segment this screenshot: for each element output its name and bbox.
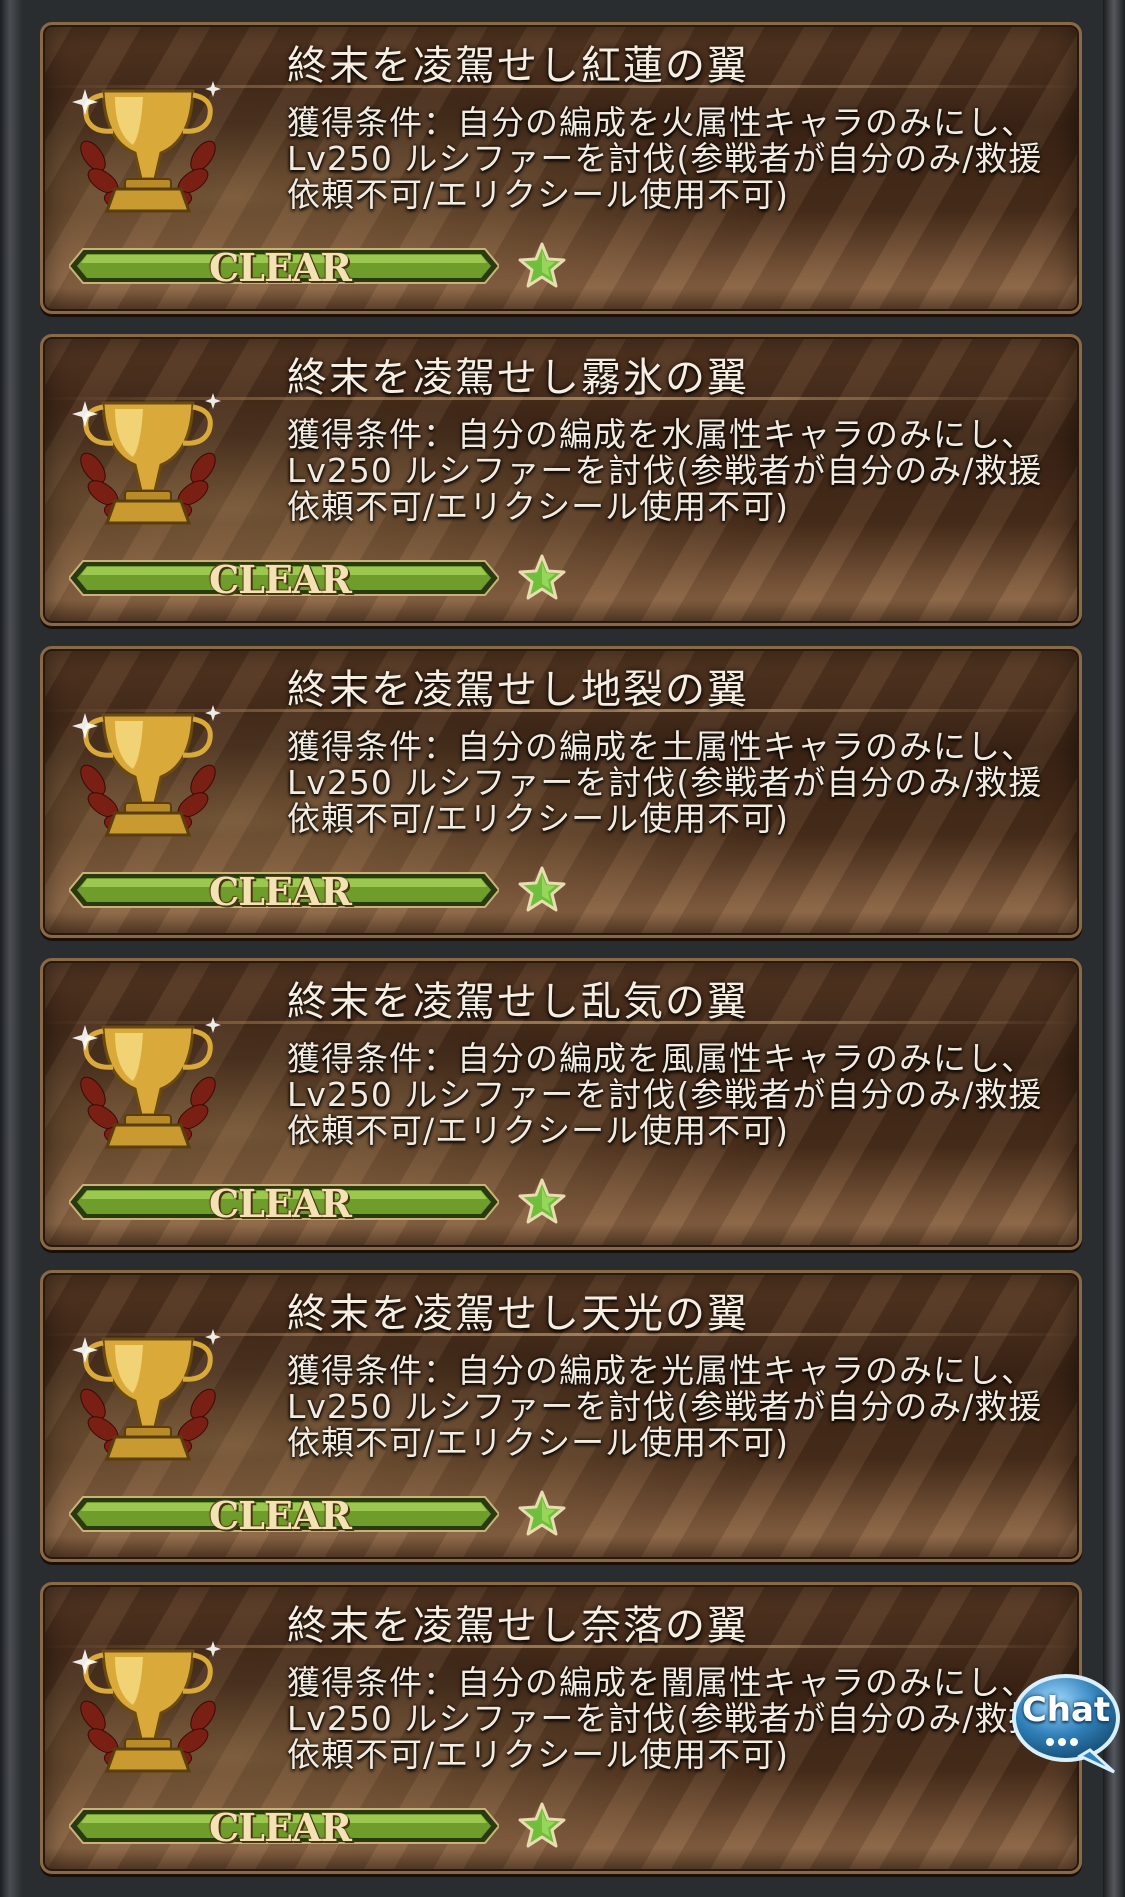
- progress-bar: CLEAR: [69, 869, 499, 914]
- condition-line: Lv250 ルシファーを討伐(参戦者が自分のみ/救援: [287, 139, 1043, 178]
- condition-line: 獲得条件：自分の編成を火属性キャラのみにし、: [287, 103, 1035, 142]
- condition-line: Lv250 ルシファーを討伐(参戦者が自分のみ/救援: [287, 1699, 1043, 1738]
- star-icon: [518, 1178, 566, 1224]
- condition-line: Lv250 ルシファーを討伐(参戦者が自分のみ/救援: [287, 451, 1043, 490]
- condition-line: 依頼不可/エリクシール使用不可): [287, 799, 789, 838]
- star-icon: [518, 1802, 566, 1848]
- achievement-title: 終末を凌駕せし乱気の翼: [287, 979, 749, 1025]
- achievement-card[interactable]: 終末を凌駕せし霧氷の翼 獲得条件：自分の編成を水属性キャラのみにし、 Lv250…: [40, 334, 1082, 626]
- achievement-conditions: 獲得条件：自分の編成を土属性キャラのみにし、 Lv250 ルシファーを討伐(参戦…: [287, 729, 1077, 837]
- achievement-conditions: 獲得条件：自分の編成を火属性キャラのみにし、 Lv250 ルシファーを討伐(参戦…: [287, 105, 1077, 213]
- achievement-conditions: 獲得条件：自分の編成を闇属性キャラのみにし、 Lv250 ルシファーを討伐(参戦…: [287, 1665, 1077, 1773]
- condition-line: 獲得条件：自分の編成を土属性キャラのみにし、: [287, 727, 1035, 766]
- condition-line: Lv250 ルシファーを討伐(参戦者が自分のみ/救援: [287, 1075, 1043, 1114]
- clear-status-label: CLEAR: [209, 1805, 352, 1850]
- trophy-icon: [72, 393, 221, 525]
- star-icon: [518, 866, 566, 912]
- condition-line: 獲得条件：自分の編成を水属性キャラのみにし、: [287, 415, 1035, 454]
- condition-line: 依頼不可/エリクシール使用不可): [287, 175, 789, 214]
- achievement-title: 終末を凌駕せし紅蓮の翼: [287, 43, 749, 89]
- condition-line: Lv250 ルシファーを討伐(参戦者が自分のみ/救援: [287, 1387, 1043, 1426]
- star-icon: [518, 242, 566, 288]
- achievement-title: 終末を凌駕せし霧氷の翼: [287, 355, 749, 401]
- condition-line: 獲得条件：自分の編成を闇属性キャラのみにし、: [287, 1663, 1035, 1702]
- achievement-conditions: 獲得条件：自分の編成を水属性キャラのみにし、 Lv250 ルシファーを討伐(参戦…: [287, 417, 1077, 525]
- progress-bar: CLEAR: [69, 1493, 499, 1538]
- clear-status-label: CLEAR: [209, 869, 352, 914]
- achievement-title: 終末を凌駕せし天光の翼: [287, 1291, 749, 1337]
- progress-bar: CLEAR: [69, 245, 499, 290]
- achievement-card[interactable]: 終末を凌駕せし乱気の翼 獲得条件：自分の編成を風属性キャラのみにし、 Lv250…: [40, 958, 1082, 1250]
- chat-button-label: Chat: [1021, 1690, 1111, 1730]
- trophy-icon: [72, 81, 221, 213]
- condition-line: 獲得条件：自分の編成を風属性キャラのみにし、: [287, 1039, 1035, 1078]
- achievement-title: 終末を凌駕せし奈落の翼: [287, 1603, 749, 1649]
- star-icon: [518, 1490, 566, 1536]
- achievement-card[interactable]: 終末を凌駕せし地裂の翼 獲得条件：自分の編成を土属性キャラのみにし、 Lv250…: [40, 646, 1082, 938]
- condition-line: 獲得条件：自分の編成を光属性キャラのみにし、: [287, 1351, 1035, 1390]
- star-icon: [518, 554, 566, 600]
- clear-status-label: CLEAR: [209, 245, 352, 290]
- trophy-icon: [72, 1017, 221, 1149]
- condition-line: 依頼不可/エリクシール使用不可): [287, 487, 789, 526]
- achievement-list: 終末を凌駕せし紅蓮の翼 獲得条件：自分の編成を火属性キャラのみにし、 Lv250…: [40, 22, 1082, 1894]
- achievement-title: 終末を凌駕せし地裂の翼: [287, 667, 749, 713]
- condition-line: 依頼不可/エリクシール使用不可): [287, 1423, 789, 1462]
- condition-line: Lv250 ルシファーを討伐(参戦者が自分のみ/救援: [287, 763, 1043, 802]
- trophy-icon: [72, 1329, 221, 1461]
- trophy-icon: [72, 1641, 221, 1773]
- right-frame-rail: [1103, 0, 1125, 1897]
- clear-status-label: CLEAR: [209, 1493, 352, 1538]
- progress-bar: CLEAR: [69, 1805, 499, 1850]
- achievement-card[interactable]: 終末を凌駕せし天光の翼 獲得条件：自分の編成を光属性キャラのみにし、 Lv250…: [40, 1270, 1082, 1562]
- achievement-card[interactable]: 終末を凌駕せし紅蓮の翼 獲得条件：自分の編成を火属性キャラのみにし、 Lv250…: [40, 22, 1082, 314]
- condition-line: 依頼不可/エリクシール使用不可): [287, 1735, 789, 1774]
- left-frame-rail: [0, 0, 22, 1897]
- achievement-conditions: 獲得条件：自分の編成を光属性キャラのみにし、 Lv250 ルシファーを討伐(参戦…: [287, 1353, 1077, 1461]
- condition-line: 依頼不可/エリクシール使用不可): [287, 1111, 789, 1150]
- chat-button[interactable]: Chat: [1010, 1672, 1122, 1776]
- achievement-card[interactable]: 終末を凌駕せし奈落の翼 獲得条件：自分の編成を闇属性キャラのみにし、 Lv250…: [40, 1582, 1082, 1874]
- clear-status-label: CLEAR: [209, 557, 352, 602]
- clear-status-label: CLEAR: [209, 1181, 352, 1226]
- progress-bar: CLEAR: [69, 1181, 499, 1226]
- progress-bar: CLEAR: [69, 557, 499, 602]
- trophy-icon: [72, 705, 221, 837]
- achievement-conditions: 獲得条件：自分の編成を風属性キャラのみにし、 Lv250 ルシファーを討伐(参戦…: [287, 1041, 1077, 1149]
